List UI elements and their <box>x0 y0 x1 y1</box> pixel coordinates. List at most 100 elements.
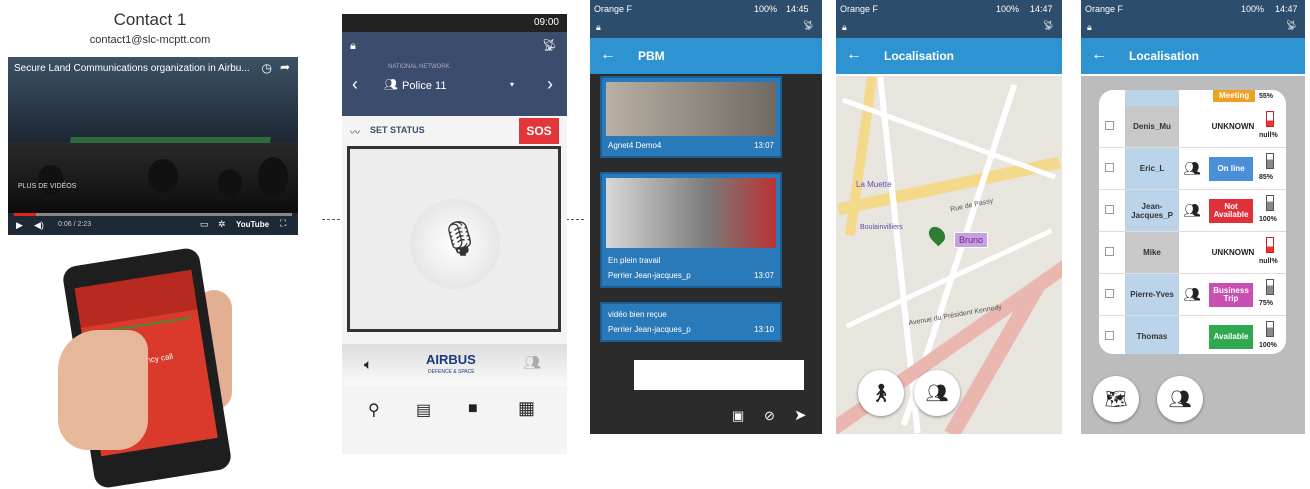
back-icon[interactable]: ← <box>1091 46 1107 64</box>
set-status-label[interactable]: SET STATUS <box>370 125 425 135</box>
grid-icon[interactable]: ▦ <box>518 398 535 419</box>
message-icon[interactable]: ▤ <box>416 400 431 420</box>
battery-percent: 100% <box>1259 216 1277 223</box>
select-checkbox[interactable] <box>1105 121 1114 130</box>
user-name: Mike <box>1125 232 1179 273</box>
status-badge: Available <box>1209 325 1253 349</box>
back-icon[interactable]: ← <box>846 46 862 64</box>
battery-icon <box>1266 111 1274 127</box>
chart-icon[interactable]: ▣ <box>732 408 744 424</box>
battery-icon <box>1266 195 1274 211</box>
push-to-talk-button[interactable]: 🎙︎ <box>347 146 561 332</box>
satellite-icon: 📡︎ <box>1042 20 1054 30</box>
group-icon: 👥︎ <box>1183 160 1201 176</box>
video-time: 0:06 / 2:23 <box>58 221 92 228</box>
list-item[interactable]: Mike UNKNOWN null% <box>1099 232 1286 274</box>
list-item[interactable]: Thomas Available 100% <box>1099 316 1286 354</box>
lock-icon[interactable]: 🔒︎ <box>350 40 356 53</box>
video-player[interactable]: Secure Land Communications organization … <box>8 57 298 235</box>
select-checkbox[interactable] <box>1105 289 1114 298</box>
group-icon: 👥︎ <box>1183 202 1201 218</box>
lock-icon: 🔒︎ <box>842 22 847 32</box>
message-text: En plein travail <box>608 256 661 265</box>
carrier-name: Orange F <box>840 4 879 14</box>
speaker-icon[interactable]: 🔈︎ <box>364 356 372 373</box>
list-item[interactable]: Eric_L 👥︎ On line 85% <box>1099 148 1286 190</box>
battery-percent: 55% <box>1259 93 1274 100</box>
contact-title: Contact 1 <box>113 10 187 29</box>
satellite-icon: 📡︎ <box>802 20 814 30</box>
status-badge: Not Available <box>1209 199 1253 223</box>
more-videos-label[interactable]: PLUS DE VIDÉOS <box>18 183 76 190</box>
select-checkbox[interactable] <box>1105 163 1114 172</box>
person-button[interactable]: 🚶︎ <box>858 370 904 416</box>
chat-title: PBM <box>638 49 665 63</box>
status-time: 09:00 <box>533 17 559 28</box>
clock: 14:47 <box>1030 4 1053 14</box>
sos-button[interactable]: SOS <box>519 118 559 144</box>
message-item[interactable]: vidéo bien reçue Perrier Jean-jacques_p … <box>600 302 782 342</box>
play-icon[interactable]: ▶ <box>16 220 23 231</box>
panel-ptt-app: 09:00 🔒︎ 📡︎ ‹ NATIONAL NETWORK 👥︎ Police… <box>342 14 567 454</box>
location-pin-icon[interactable] <box>925 223 949 247</box>
prev-group-icon[interactable]: ‹ <box>352 74 358 95</box>
airbus-sub: DEFENCE & SPACE <box>428 369 475 375</box>
message-item[interactable]: Agnet4 Demo4 13:07 <box>600 76 782 158</box>
message-item[interactable]: En plein travail Perrier Jean-jacques_p … <box>600 172 782 288</box>
group-button[interactable]: 👥︎ <box>1157 376 1203 422</box>
battery-icon <box>1266 153 1274 169</box>
select-checkbox[interactable] <box>1105 331 1114 340</box>
video-title[interactable]: Secure Land Communications organization … <box>14 63 250 74</box>
list-item[interactable]: Jean-Jacques_P 👥︎ Not Available 100% <box>1099 190 1286 232</box>
map-title: Localisation <box>884 49 955 63</box>
next-group-icon[interactable]: › <box>547 74 553 95</box>
location-icon[interactable]: ⚲ <box>368 400 380 420</box>
status-badge: UNKNOWN <box>1211 247 1255 257</box>
satellite-icon[interactable]: 📡︎ <box>542 38 557 52</box>
battery-percent: null% <box>1259 132 1278 139</box>
panel-video-contact: Contact 1 contact1@slc-mcptt.com Secure … <box>0 0 300 489</box>
list-item[interactable]: Denis_Mu UNKNOWN null% <box>1099 106 1286 148</box>
volume-icon[interactable]: ◀) <box>34 220 44 231</box>
select-checkbox[interactable] <box>1105 247 1114 256</box>
battery-level: 100% <box>1241 4 1265 14</box>
user-status-list: Meeting 55% Denis_Mu UNKNOWN null% Eric_… <box>1099 90 1286 354</box>
user-name: Thomas <box>1125 316 1179 354</box>
gear-icon[interactable]: ✲ <box>218 219 226 230</box>
hand-image <box>58 330 148 450</box>
message-text: vidéo bien reçue <box>608 310 667 319</box>
panel-user-list: Orange F 100% 14:47 🔒︎ 📡︎ ← Localisation… <box>1081 0 1305 434</box>
message-time: 13:10 <box>753 325 774 334</box>
battery-level: 100% <box>996 4 1020 14</box>
panel-map: Orange F 100% 14:47 🔒︎ 📡︎ ← Localisation… <box>836 0 1062 434</box>
list-item[interactable]: Pierre-Yves 👥︎ Business Trip 75% <box>1099 274 1286 316</box>
youtube-logo[interactable]: YouTube <box>236 220 269 229</box>
lock-icon: 🔒︎ <box>596 22 601 32</box>
status-badge: Meeting <box>1213 90 1256 102</box>
user-name: Eric_L <box>1125 148 1179 189</box>
user-name: Jean-Jacques_P <box>1125 190 1179 231</box>
lock-icon: 🔒︎ <box>1087 22 1092 32</box>
send-icon[interactable]: ➤ <box>794 406 807 424</box>
map-button[interactable]: 🗺︎ <box>1093 376 1139 422</box>
battery-icon <box>1266 321 1274 337</box>
select-checkbox[interactable] <box>1105 205 1114 214</box>
dropdown-icon[interactable]: ▾ <box>510 80 514 89</box>
carrier-name: Orange F <box>1085 4 1124 14</box>
fullscreen-icon[interactable]: ⛶ <box>280 218 286 229</box>
video-progress-bar[interactable] <box>14 213 292 216</box>
satellite-icon: 📡︎ <box>1285 20 1297 30</box>
message-input[interactable] <box>634 360 804 390</box>
back-icon[interactable]: ← <box>600 46 616 64</box>
share-icon[interactable]: ➦ <box>280 60 290 74</box>
group-name[interactable]: Police 11 <box>402 80 446 92</box>
clock-icon[interactable]: ◷ <box>262 61 272 75</box>
user-name: Pierre-Yves <box>1125 274 1179 315</box>
attach-icon[interactable]: ⊘ <box>764 408 775 424</box>
contacts-icon[interactable]: 👥︎ <box>523 354 541 371</box>
street-label: Boulainvilliers <box>860 224 903 231</box>
marker-label[interactable]: Bruno <box>954 232 989 248</box>
subtitles-icon[interactable]: ▭ <box>200 219 209 230</box>
video-icon[interactable]: ■ <box>468 400 478 418</box>
group-button[interactable]: 👥︎ <box>914 370 960 416</box>
